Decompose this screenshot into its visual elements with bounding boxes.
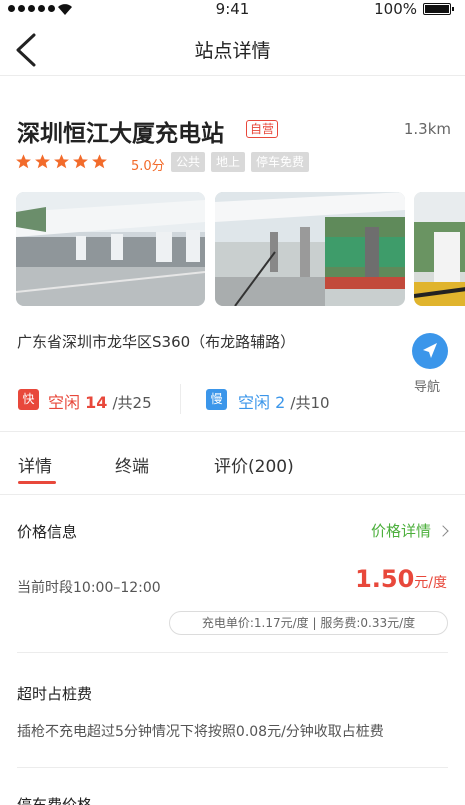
overtime-fee-desc: 插枪不充电超过5分钟情况下将按照0.08元/分钟收取占桩费 — [17, 724, 384, 740]
tag-ground: 地上 — [211, 152, 246, 172]
slow-charger-badge: 慢 — [206, 389, 227, 410]
slow-free-label: 空闲 — [238, 393, 271, 412]
station-photo-2[interactable] — [215, 192, 405, 306]
page-title: 站点详情 — [194, 40, 271, 62]
tab-details[interactable]: 详情 — [18, 452, 52, 477]
fast-charger-badge: 快 — [18, 389, 39, 410]
navigate-label[interactable]: 导航 — [414, 376, 440, 395]
photo-carousel[interactable] — [16, 192, 465, 306]
station-name: 深圳恒江大厦充电站 — [17, 121, 224, 147]
current-price: 1.50元/度 — [355, 565, 447, 593]
fast-free-count: 14 — [85, 393, 108, 412]
tab-reviews[interactable]: 评价(200) — [214, 452, 294, 477]
price-detail-label[interactable]: 价格详情 — [371, 522, 431, 540]
battery-icon — [423, 3, 454, 15]
nav-bar: 站点详情 — [0, 22, 465, 76]
star-icon — [16, 154, 31, 169]
station-tags: 公共 地上 停车免费 — [171, 152, 310, 172]
fast-free-label: 空闲 — [48, 393, 81, 412]
price-breakdown: 充电单价:1.17元/度 | 服务费:0.33元/度 — [169, 611, 448, 635]
tab-terminals[interactable]: 终端 — [115, 452, 149, 477]
status-bar: 9:41 100% — [0, 0, 465, 20]
battery-percent: 100% — [374, 0, 417, 18]
self-operated-tag: 自营 — [246, 120, 279, 138]
chevron-right-icon — [437, 525, 449, 537]
slow-free-count: 2 — [275, 393, 286, 412]
slow-total: /共10 — [290, 394, 330, 412]
divider — [17, 767, 448, 768]
current-period: 当前时段10:00–12:00 — [17, 580, 161, 596]
navigation-arrow-icon — [423, 343, 437, 358]
divider — [0, 494, 465, 495]
star-icon — [92, 154, 107, 169]
station-address: 广东省深圳市龙华区S360（布龙路辅路） — [17, 333, 296, 351]
station-photo-1[interactable] — [16, 192, 205, 306]
star-icon — [73, 154, 88, 169]
tag-free-parking: 停车免费 — [251, 152, 310, 172]
price-detail-link[interactable]: 价格详情 — [371, 520, 449, 541]
price-unit: 元/度 — [414, 575, 447, 591]
divider — [17, 652, 448, 653]
station-photo-3[interactable] — [414, 192, 465, 306]
rating-stars — [15, 153, 108, 170]
overtime-fee-title: 超时占桩费 — [17, 685, 93, 703]
fast-availability: 空闲 14 /共25 — [48, 389, 152, 413]
price-value: 1.50 — [355, 565, 415, 593]
tag-public: 公共 — [171, 152, 206, 172]
navigate-button[interactable] — [412, 333, 448, 369]
divider — [0, 431, 465, 432]
divider — [180, 384, 181, 414]
parking-fee-title: 停车费价格 — [17, 796, 93, 805]
fast-total: /共25 — [112, 394, 152, 412]
rating-score: 5.0分 — [131, 159, 165, 174]
star-icon — [35, 154, 50, 169]
station-distance: 1.3km — [403, 120, 451, 138]
slow-availability: 空闲 2 /共10 — [238, 389, 330, 413]
active-tab-indicator — [18, 481, 56, 484]
price-info-title: 价格信息 — [17, 523, 78, 541]
star-icon — [54, 154, 69, 169]
